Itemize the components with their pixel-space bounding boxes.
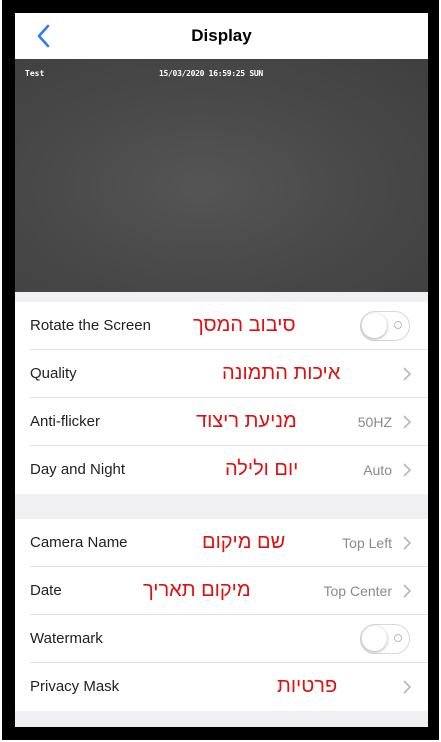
setting-label: Rotate the Screen	[30, 317, 151, 334]
settings-group-display: Rotate the Screen סיבוב המסך Quality איכ…	[15, 302, 428, 494]
hebrew-annotation: שם מיקום	[202, 531, 286, 553]
device-frame: Display Test 15/03/2020 16:59:25 SUN Rot…	[2, 0, 439, 740]
setting-row-quality[interactable]: Quality איכות התמונה	[15, 350, 428, 398]
setting-row-anti-flicker[interactable]: Anti-flicker מניעת ריצוד 50HZ	[15, 398, 428, 446]
setting-label: Watermark	[30, 630, 103, 647]
osd-datetime: 15/03/2020 16:59:25 SUN	[159, 69, 263, 78]
watermark-toggle[interactable]	[360, 624, 410, 654]
chevron-right-icon	[403, 415, 412, 429]
setting-row-day-night[interactable]: Day and Night יום ולילה Auto	[15, 446, 428, 494]
osd-camera-name: Test	[25, 69, 45, 78]
setting-value: Top Center	[323, 583, 392, 599]
chevron-right-icon	[403, 680, 412, 694]
setting-label: Anti-flicker	[30, 413, 101, 430]
hebrew-annotation: מיקום תאריך	[143, 579, 251, 601]
chevron-right-icon	[403, 536, 412, 550]
setting-row-camera-name[interactable]: Camera Name שם מיקום Top Left	[15, 519, 428, 567]
hebrew-annotation: פרטיות	[277, 675, 338, 697]
hebrew-annotation: סיבוב המסך	[193, 314, 296, 336]
setting-row-privacy-mask[interactable]: Privacy Mask פרטיות	[15, 663, 428, 711]
chevron-right-icon	[403, 584, 412, 598]
navigation-bar: Display	[15, 13, 428, 59]
setting-label: Quality	[30, 365, 77, 382]
setting-row-rotate-screen[interactable]: Rotate the Screen סיבוב המסך	[15, 302, 428, 350]
rotate-screen-toggle[interactable]	[360, 311, 410, 341]
setting-value: Top Left	[342, 535, 392, 551]
chevron-right-icon	[403, 463, 412, 477]
app-screen: Display Test 15/03/2020 16:59:25 SUN Rot…	[15, 13, 428, 727]
toggle-knob	[362, 313, 387, 338]
toggle-off-indicator-icon	[394, 321, 402, 329]
settings-group-osd: Camera Name שם מיקום Top Left Date מיקום…	[15, 519, 428, 711]
setting-label: Date	[30, 582, 62, 599]
setting-row-date[interactable]: Date מיקום תאריך Top Center	[15, 567, 428, 615]
setting-value: 50HZ	[357, 414, 392, 430]
hebrew-annotation: יום ולילה	[225, 458, 299, 480]
setting-value: Auto	[363, 462, 392, 478]
setting-label: Camera Name	[30, 534, 128, 551]
hebrew-annotation: איכות התמונה	[222, 362, 341, 384]
setting-label: Day and Night	[30, 461, 126, 478]
toggle-knob	[362, 626, 387, 651]
chevron-right-icon	[403, 367, 412, 381]
setting-label: Privacy Mask	[30, 678, 120, 695]
setting-row-watermark[interactable]: Watermark	[15, 615, 428, 663]
page-title: Display	[191, 26, 252, 45]
hebrew-annotation: מניעת ריצוד	[196, 410, 297, 432]
toggle-off-indicator-icon	[394, 634, 402, 642]
live-video-preview[interactable]: Test 15/03/2020 16:59:25 SUN	[15, 59, 428, 292]
